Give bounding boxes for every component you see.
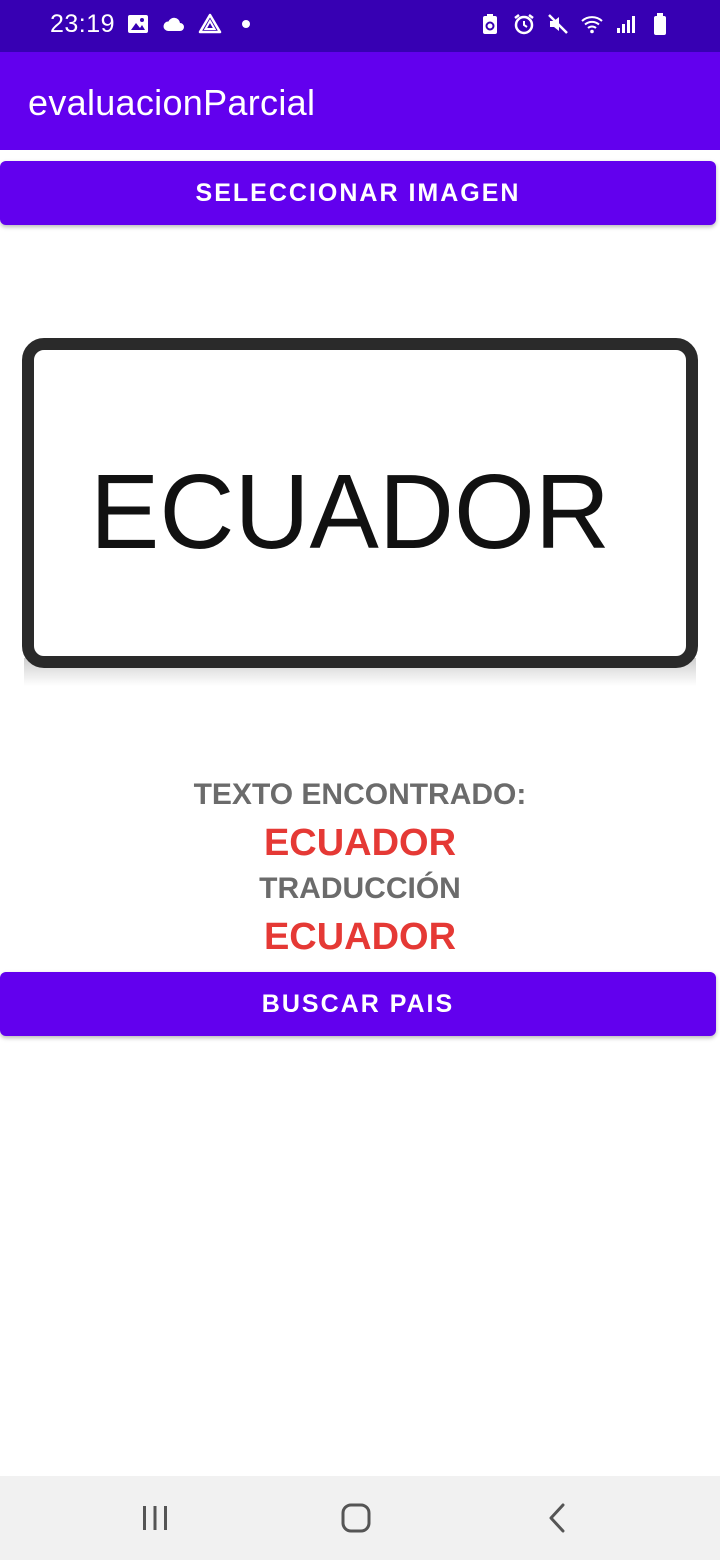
app-bar: evaluacionParcial [0, 52, 720, 150]
status-bar: 23:19 [0, 0, 720, 52]
select-image-label: SELECCIONAR IMAGEN [195, 178, 521, 207]
translation-label: TRADUCCIÓN [259, 872, 461, 905]
recent-apps-icon[interactable] [135, 1498, 175, 1538]
mute-icon [548, 14, 568, 34]
sign-text: ECUADOR [90, 453, 610, 571]
battery-icon [654, 13, 666, 35]
status-right-icons [478, 12, 672, 36]
navigation-bar [0, 1476, 720, 1560]
search-country-button[interactable]: BUSCAR PAIS [0, 972, 716, 1036]
select-image-button[interactable]: SELECCIONAR IMAGEN [0, 161, 716, 225]
status-time: 23:19 [50, 10, 116, 38]
drive-icon [198, 13, 222, 34]
back-icon[interactable] [538, 1498, 578, 1538]
app-title: evaluacionParcial [28, 82, 316, 123]
dot-icon [242, 20, 250, 28]
home-icon[interactable] [336, 1498, 376, 1538]
sign-image: ECUADOR [22, 338, 698, 686]
search-country-label: BUSCAR PAIS [261, 989, 455, 1018]
translation-value: ECUADOR [263, 916, 457, 958]
battery-saver-icon [483, 14, 497, 34]
wifi-icon [581, 16, 603, 34]
cloud-icon [163, 17, 184, 31]
status-left-icons [126, 12, 258, 36]
found-text-value: ECUADOR [263, 822, 457, 864]
alarm-icon [514, 14, 534, 35]
signal-icon [617, 16, 635, 33]
image-icon [128, 15, 148, 33]
found-text-label: TEXTO ENCONTRADO: [193, 778, 527, 811]
